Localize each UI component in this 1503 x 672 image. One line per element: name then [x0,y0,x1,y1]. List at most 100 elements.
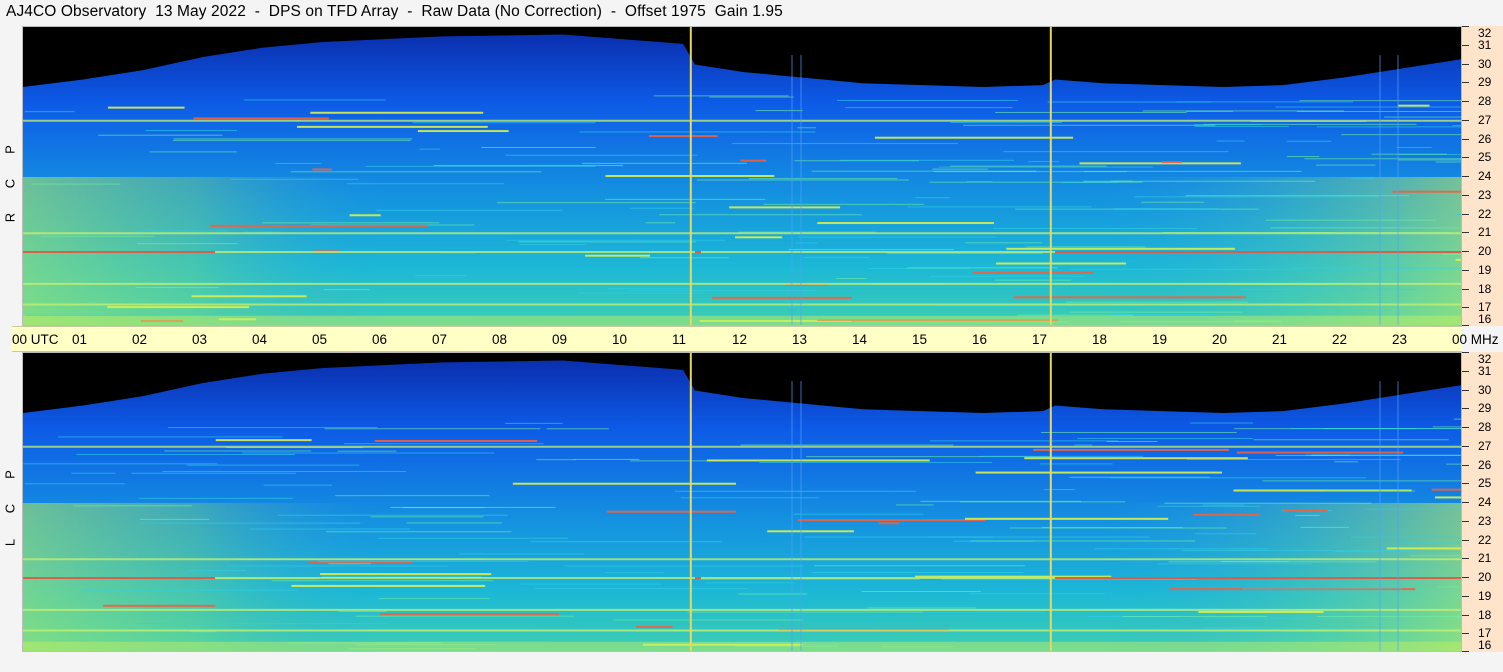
time-tick-label: 01 [72,332,88,347]
time-tick-label: 00 UTC [12,332,59,347]
interference-streak [950,122,1062,124]
interference-streak [172,139,411,141]
frequency-tick [1462,614,1469,616]
interference-streak [23,463,218,465]
interference-streak [659,214,863,216]
interference-streak [1270,227,1461,229]
vertical-artifact [791,55,793,325]
interference-streak [895,504,934,506]
lcp-frequency-axis: 32 31 30 29 28 27 26 25 24 23 22 21 20 19 18 17 16 [1462,352,1503,652]
interference-streak [245,297,277,299]
vertical-artifact [1379,55,1381,325]
interference-streak [1157,505,1260,507]
interference-streak [1371,153,1447,155]
time-tick-label: 06 [372,332,388,347]
interference-streak [1194,126,1289,128]
interference-streak [1122,615,1268,617]
interference-streak [1006,247,1235,250]
bright-band [23,119,1461,122]
interference-streak [139,518,210,520]
interference-streak [102,604,216,607]
interference-streak [1275,106,1461,108]
frequency-tick [1462,464,1469,466]
interference-streak [861,590,981,592]
interference-streak [811,571,1024,573]
frequency-tick [1462,502,1469,503]
interference-streak [375,209,563,211]
interference-streak [82,589,298,591]
interference-streak [755,110,803,112]
interference-streak [242,452,495,454]
polarization-letter: P [2,470,18,479]
frequency-tick-label: 16 [1478,638,1492,652]
rcp-spectrogram-panel [22,26,1462,326]
frequency-tick [1462,26,1469,27]
interference-streak [994,111,1187,113]
time-tick-label: 08 [492,332,508,347]
interference-streak [653,95,789,97]
vertical-artifact [1397,55,1399,325]
interference-streak [58,436,283,438]
frequency-tick [1462,445,1469,447]
interference-streak [518,241,696,243]
vertical-artifact [800,55,802,325]
interference-streak [1202,627,1384,629]
interference-streak [365,165,596,167]
time-tick-label: 00 MHz [1452,332,1499,347]
interference-streak [1041,431,1237,433]
interference-streak [803,256,870,258]
interference-streak [291,584,486,587]
interference-streak [534,587,748,589]
interference-streak [505,154,698,156]
polarization-letter: C [2,503,18,514]
interference-streak [969,593,1105,595]
frequency-tick [1462,232,1469,234]
interference-streak [1241,588,1403,590]
interference-streak [167,427,378,429]
time-marker-line [689,27,692,325]
interference-streak [712,296,852,299]
time-tick-label: 19 [1152,332,1168,347]
interference-streak [1341,134,1461,136]
interference-streak [696,179,909,181]
vertical-artifact [1379,381,1381,651]
interference-streak [1437,586,1461,588]
interference-streak [907,206,1092,208]
frequency-tick-label: 18 [1478,281,1492,296]
bright-band [23,303,1461,306]
interference-streak [186,464,360,466]
frequency-tick-label: 19 [1478,588,1492,603]
frequency-tick-label: 29 [1478,75,1492,90]
rcp-polarization-label: R C P [3,130,18,230]
time-tick-label: 13 [792,332,808,347]
interference-streak [433,164,623,166]
interference-streak [1290,428,1461,430]
interference-streak [585,254,651,257]
frequency-tick-label: 29 [1478,401,1492,416]
interference-streak [1435,496,1461,499]
interference-streak [1062,182,1119,184]
frequency-tick-label: 16 [1478,312,1492,326]
interference-streak [328,563,372,565]
interference-streak [1028,161,1060,163]
interference-streak [1079,162,1241,165]
time-tick-label: 17 [1032,332,1048,347]
interference-streak [137,243,238,245]
frequency-tick [1462,651,1469,652]
interference-streak [578,292,704,294]
interference-streak [1216,140,1245,142]
frequency-tick [1462,307,1469,309]
interference-streak [675,490,917,492]
interference-streak [709,96,794,98]
interference-streak [1287,156,1320,158]
frequency-tick [1462,176,1469,177]
time-tick-label: 18 [1092,332,1108,347]
interference-streak [187,570,247,572]
interference-streak [1164,502,1372,504]
interference-streak [24,111,75,113]
interference-streak [950,165,1107,167]
interference-streak [337,450,397,452]
frequency-tick-label: 23 [1478,513,1492,528]
interference-streak [731,143,959,145]
polarization-letter: L [2,538,18,547]
